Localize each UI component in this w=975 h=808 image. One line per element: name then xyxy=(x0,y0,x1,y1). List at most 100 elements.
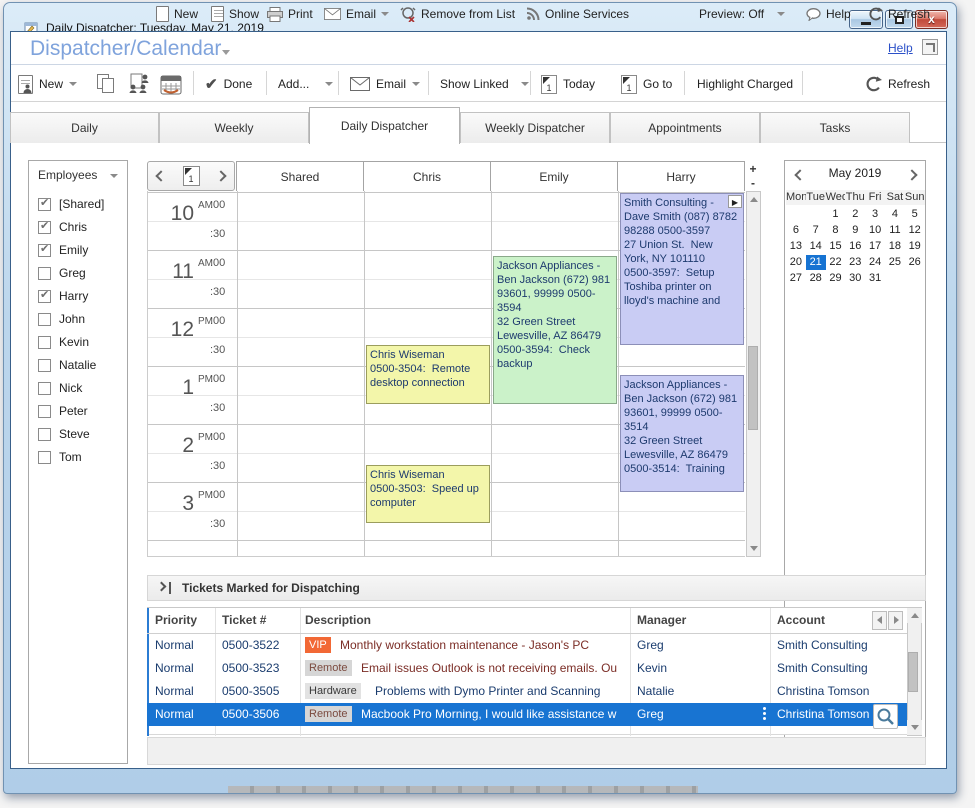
employee-item-greg[interactable]: Greg xyxy=(38,265,86,281)
tickets-column-header-manager[interactable]: Manager xyxy=(637,613,686,627)
calendar-event[interactable]: Jackson Appliances - Ben Jackson (672) 9… xyxy=(620,375,744,492)
tickets-panel-header[interactable]: Tickets Marked for Dispatching xyxy=(147,575,926,601)
mini-calendar-day[interactable]: 6 xyxy=(786,223,806,238)
help-link[interactable]: Help xyxy=(888,41,913,55)
employee-checkbox[interactable] xyxy=(38,428,51,441)
mini-calendar-day[interactable]: 12 xyxy=(905,223,925,238)
tickets-scroll-right-button[interactable] xyxy=(888,611,903,630)
scroll-down-button[interactable] xyxy=(747,541,760,556)
employees-caret-icon[interactable] xyxy=(110,174,118,178)
new-button[interactable]: New xyxy=(18,72,77,96)
employee-checkbox[interactable] xyxy=(38,290,51,303)
scheduler-grid[interactable]: 10AM:00:3011AM:00:3012PM:00:301PM:00:302… xyxy=(147,191,745,557)
mini-calendar-day[interactable]: 23 xyxy=(845,255,865,270)
employee-checkbox[interactable] xyxy=(38,244,51,257)
mini-calendar-day[interactable]: 18 xyxy=(885,239,905,254)
mini-calendar-day[interactable]: 14 xyxy=(806,239,826,254)
ticket-row[interactable]: Normal0500-3522VIPMonthly workstation ma… xyxy=(147,634,907,657)
mini-calendar-day[interactable]: 10 xyxy=(865,223,885,238)
mini-calendar-day[interactable]: 26 xyxy=(905,255,925,270)
ticket-row-selected[interactable]: Normal0500-3506RemoteMacbook Pro Morning… xyxy=(147,703,907,726)
mini-calendar-day[interactable]: 25 xyxy=(885,255,905,270)
employee-item-natalie[interactable]: Natalie xyxy=(38,357,96,373)
zoom-in-button[interactable]: + xyxy=(746,163,760,176)
ticket-refresh-button[interactable]: Refresh xyxy=(869,5,930,23)
mini-calendar-day[interactable]: 17 xyxy=(865,239,885,254)
tickets-scroll-down-button[interactable] xyxy=(907,720,922,735)
employee-checkbox[interactable] xyxy=(38,221,51,234)
next-day-icon[interactable] xyxy=(215,170,226,181)
done-button[interactable]: ✔ Done xyxy=(205,72,252,96)
mini-calendar-day[interactable]: 29 xyxy=(826,271,846,286)
remove-from-list-button[interactable]: Remove from List xyxy=(400,5,515,23)
employee-checkbox[interactable] xyxy=(38,336,51,349)
employees-panel-title[interactable]: Employees xyxy=(38,168,97,182)
add-button[interactable]: Add... xyxy=(278,72,333,96)
employee-item-harry[interactable]: Harry xyxy=(38,288,88,304)
calendar-event[interactable]: Chris Wiseman 0500-3504: Remote desktop … xyxy=(366,345,490,404)
tickets-column-header-priority[interactable]: Priority xyxy=(155,613,197,627)
tab-daily[interactable]: Daily xyxy=(10,112,159,143)
employee-checkbox[interactable] xyxy=(38,267,51,280)
highlight-charged-button[interactable]: Highlight Charged xyxy=(697,72,793,96)
mini-calendar-day[interactable]: 3 xyxy=(865,207,885,222)
ticket-row[interactable]: Normal0500-3505HardwareProblems with Dym… xyxy=(147,680,907,703)
employee-checkbox[interactable] xyxy=(38,382,51,395)
open-help-panel-icon[interactable] xyxy=(922,39,938,55)
mini-calendar-day[interactable]: 19 xyxy=(905,239,925,254)
tab-appointments[interactable]: Appointments xyxy=(610,112,760,143)
mini-calendar-day[interactable]: 7 xyxy=(806,223,826,238)
scheduler-column-header-harry[interactable]: Harry xyxy=(617,161,745,192)
email-button[interactable]: Email xyxy=(350,72,420,96)
employee-checkbox[interactable] xyxy=(38,313,51,326)
schedule-button[interactable] xyxy=(160,72,182,96)
online-services-button[interactable]: Online Services xyxy=(526,5,629,23)
tickets-column-header-account[interactable]: Account xyxy=(777,613,825,627)
tickets-column-header-description[interactable]: Description xyxy=(305,613,371,627)
employee-item-emily[interactable]: Emily xyxy=(38,242,88,258)
employee-item-peter[interactable]: Peter xyxy=(38,403,88,419)
employee-item-nick[interactable]: Nick xyxy=(38,380,82,396)
goto-button[interactable]: 1 Go to xyxy=(621,72,672,96)
assign-employees-button[interactable] xyxy=(128,72,152,96)
ticket-print-button[interactable]: Print xyxy=(267,5,313,23)
show-linked-button[interactable]: Show Linked xyxy=(440,72,529,96)
row-search-button[interactable] xyxy=(873,704,898,729)
mini-calendar-day[interactable]: 20 xyxy=(786,255,806,270)
employee-checkbox[interactable] xyxy=(38,405,51,418)
mini-calendar-day-selected[interactable]: 21 xyxy=(806,255,826,270)
scheduler-column-header-chris[interactable]: Chris xyxy=(363,161,491,192)
mini-calendar-day[interactable]: 28 xyxy=(806,271,826,286)
tab-daily-dispatcher[interactable]: Daily Dispatcher xyxy=(309,107,460,144)
tickets-scroll-left-button[interactable] xyxy=(872,611,887,630)
scheduler-scroll-thumb[interactable] xyxy=(748,346,758,430)
ticket-new-button[interactable]: New xyxy=(156,5,198,23)
mini-calendar-day[interactable]: 27 xyxy=(786,271,806,286)
event-more-arrow-icon[interactable]: ▶ xyxy=(728,195,742,208)
tickets-scroll-up-button[interactable] xyxy=(907,608,922,623)
scheduler-scrollbar[interactable] xyxy=(746,191,761,557)
employee-checkbox[interactable] xyxy=(38,451,51,464)
today-button[interactable]: 1 Today xyxy=(541,72,595,96)
mini-calendar-day[interactable]: 15 xyxy=(826,239,846,254)
mini-calendar-day[interactable]: 8 xyxy=(826,223,846,238)
nav-today-icon[interactable]: 1 xyxy=(183,166,200,186)
tickets-column-header-ticket[interactable]: Ticket # xyxy=(222,613,266,627)
calendar-event[interactable]: Smith Consulting - Dave Smith (087) 8782… xyxy=(620,193,744,345)
ticket-help-button[interactable]: Help xyxy=(806,5,851,23)
scheduler-column-header-emily[interactable]: Emily xyxy=(490,161,618,192)
mini-calendar-day[interactable]: 11 xyxy=(885,223,905,238)
tickets-scrollbar[interactable] xyxy=(907,607,922,736)
employee-item-tom[interactable]: Tom xyxy=(38,449,82,465)
mini-calendar-day[interactable]: 31 xyxy=(865,271,885,286)
ticket-row[interactable]: Normal0500-3523RemoteEmail issues Outloo… xyxy=(147,657,907,680)
scroll-up-button[interactable] xyxy=(747,192,760,207)
mini-calendar-day[interactable]: 30 xyxy=(845,271,865,286)
mini-calendar-day[interactable]: 9 xyxy=(845,223,865,238)
ticket-email-button[interactable]: Email xyxy=(324,5,389,23)
previous-day-icon[interactable] xyxy=(155,170,166,181)
mini-calendar-day[interactable]: 4 xyxy=(885,207,905,222)
mini-calendar-day[interactable]: 13 xyxy=(786,239,806,254)
page-title-caret-icon[interactable] xyxy=(222,50,230,55)
row-options-kebab-icon[interactable] xyxy=(763,707,767,722)
